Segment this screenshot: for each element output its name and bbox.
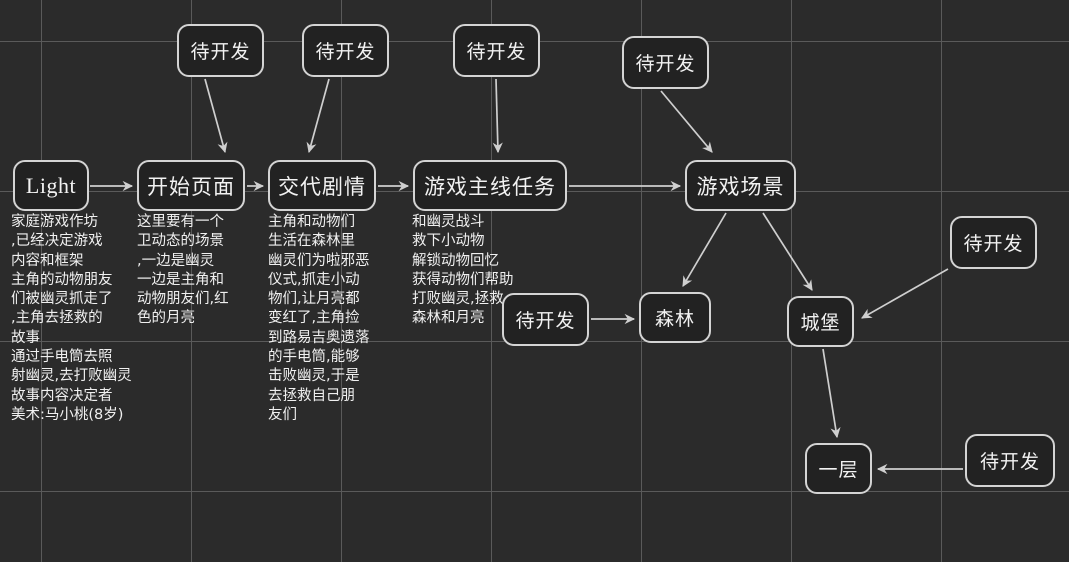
node-todo-floor-one[interactable]: 待开发	[965, 434, 1055, 487]
node-floor-one[interactable]: 一层	[805, 443, 872, 494]
edge-castle-to-floor1	[822, 348, 841, 439]
node-todo-main-quest[interactable]: 待开发	[453, 24, 540, 77]
edge-todo2-to-plot	[306, 78, 330, 154]
node-todo-scene-label: 待开发	[635, 54, 696, 75]
node-light[interactable]: Light	[13, 160, 89, 211]
edge-todo6-to-castle	[861, 268, 949, 319]
node-scene-label: 游戏场景	[696, 174, 785, 199]
edge-todo4-to-scene	[660, 90, 713, 153]
node-todo-start-page[interactable]: 待开发	[177, 24, 264, 77]
node-todo-castle[interactable]: 待开发	[950, 216, 1037, 269]
node-forest-label: 森林	[654, 309, 695, 330]
node-todo-castle-label: 待开发	[963, 234, 1024, 255]
node-plot[interactable]: 交代剧情	[268, 160, 376, 211]
node-main-quest-label: 游戏主线任务	[424, 174, 556, 199]
node-todo-forest[interactable]: 待开发	[502, 293, 589, 346]
node-todo-forest-label: 待开发	[515, 311, 576, 332]
node-todo-plot-label: 待开发	[315, 42, 376, 63]
note-plot: 主角和动物们 生活在森林里 幽灵们为啦邪恶 仪式,抓走小动 物们,让月亮都 变红…	[268, 214, 370, 423]
node-todo-plot[interactable]: 待开发	[302, 24, 389, 77]
node-todo-start-page-label: 待开发	[190, 42, 251, 63]
node-castle[interactable]: 城堡	[787, 296, 854, 347]
edge-scene-to-castle	[762, 212, 813, 291]
node-forest[interactable]: 森林	[639, 292, 711, 343]
edge-todo3-to-main-quest	[492, 78, 503, 154]
note-start-page: 这里要有一个 卫动态的场景 ,一边是幽灵 一边是主角和 动物朋友们,红 色的月亮	[137, 214, 229, 327]
node-light-label: Light	[25, 172, 77, 198]
node-todo-scene[interactable]: 待开发	[622, 36, 709, 89]
note-main-quest: 和幽灵战斗 救下小动物 解锁动物回忆 获得动物们帮助 打败幽灵,拯救 森林和月亮	[412, 214, 514, 327]
node-scene[interactable]: 游戏场景	[685, 160, 796, 211]
edge-todo1-to-start-page	[204, 78, 228, 154]
node-todo-floor-one-label: 待开发	[979, 452, 1040, 473]
note-light: 家庭游戏作坊 ,已经决定游戏 内容和框架 主角的动物朋友 们被幽灵抓走了 ,主角…	[11, 214, 132, 423]
diagram-canvas[interactable]: Light 开始页面 交代剧情 游戏主线任务 游戏场景 森林 城堡 一层 待开发…	[0, 0, 1069, 562]
node-start-page[interactable]: 开始页面	[137, 160, 245, 211]
node-plot-label: 交代剧情	[278, 174, 366, 199]
node-start-page-label: 开始页面	[147, 174, 235, 199]
node-floor-one-label: 一层	[818, 460, 859, 481]
node-todo-main-quest-label: 待开发	[466, 42, 527, 63]
edge-scene-to-forest	[682, 212, 727, 287]
node-castle-label: 城堡	[800, 313, 841, 334]
node-main-quest[interactable]: 游戏主线任务	[413, 160, 567, 211]
